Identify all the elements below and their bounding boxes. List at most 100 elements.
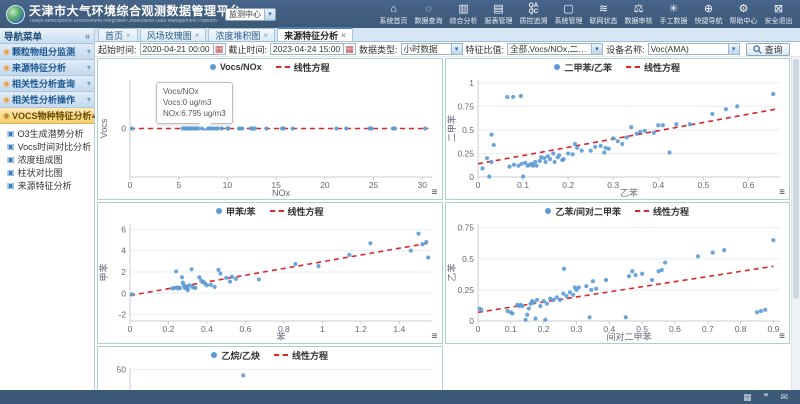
legend-series[interactable]: 乙烷/乙炔	[211, 349, 260, 362]
svg-text:NOx: NOx	[272, 188, 291, 198]
sidebar-sub-item-0[interactable]: ▣O3生成潜势分析	[0, 127, 94, 140]
tab-2[interactable]: 浓度堆积图×	[208, 28, 275, 41]
sidebar-sub-item-4[interactable]: ▣来源特征分析	[0, 179, 94, 192]
page-subtitle: Tianjin Atmospheric Environment Integrat…	[29, 19, 219, 24]
legend-trend[interactable]: 线性方程	[626, 61, 680, 74]
chart-legend[interactable]: Vocs/NOx 线性方程	[98, 59, 442, 75]
audit-icon: ⚖	[634, 3, 644, 15]
page-title: 天津市大气环境综合观测数据管理平台	[29, 5, 219, 17]
network-icon: ≋	[599, 3, 608, 15]
chart-legend[interactable]: 乙烷/乙炔 线性方程	[98, 347, 442, 363]
end-time-input[interactable]	[270, 43, 344, 55]
legend-series[interactable]: 甲苯/苯	[216, 205, 256, 218]
sidebar-sub-item-label: O3生成潜势分析	[18, 127, 84, 140]
center-select[interactable]: 监测中心 ▾	[225, 8, 276, 21]
chart-panel-ethane-acetylene: 乙烷/乙炔 线性方程 50	[97, 346, 443, 390]
menu-item-icon: ▣	[7, 181, 15, 190]
mail-icon[interactable]: ✉	[780, 392, 788, 402]
legend-trend[interactable]: 线性方程	[270, 205, 324, 218]
legend-trend[interactable]: 线性方程	[276, 61, 330, 74]
start-time-input[interactable]	[140, 43, 214, 55]
tab-0[interactable]: 首页×	[98, 28, 138, 41]
legend-series[interactable]: 二甲苯/乙苯	[554, 61, 612, 74]
nav-item-report[interactable]: ▤报表管理	[481, 3, 516, 26]
collapse-icon[interactable]: «	[85, 31, 90, 41]
nav-item-home[interactable]: ⌂系统首页	[376, 3, 411, 26]
legend-dot-icon	[216, 208, 222, 214]
ratio-label: 特征比值:	[466, 43, 505, 56]
calendar-icon[interactable]: ▦	[214, 43, 226, 55]
close-icon[interactable]: ×	[195, 31, 200, 40]
svg-text:0.25: 0.25	[457, 148, 474, 158]
sidebar-sub-item-3[interactable]: ▣柱状对比图	[0, 166, 94, 179]
close-icon[interactable]: ×	[263, 31, 268, 40]
ratio-select[interactable]: 全部,Vocs/NOx,二甲苯/乙苯 ▾	[507, 43, 603, 55]
nav-item-audit[interactable]: ⚖数据审核	[621, 3, 656, 26]
sidebar-sub-item-1[interactable]: ▣Vocs时间对比分析	[0, 140, 94, 153]
chart-menu-icon[interactable]: ≡	[432, 188, 438, 198]
chevron-down-icon[interactable]: ▾	[264, 9, 275, 20]
legend-dot-icon	[554, 64, 560, 70]
sidebar-group-2[interactable]: ◉相关性分析查询▾	[0, 76, 94, 92]
svg-text:1: 1	[320, 324, 325, 334]
query-button[interactable]: 查询	[746, 43, 790, 56]
nav-item-qaqc[interactable]: QAQC质控追溯	[516, 3, 551, 26]
legend-trend[interactable]: 线性方程	[274, 349, 328, 362]
chevron-down-icon[interactable]: ▾	[87, 47, 91, 56]
tooltip-line: NOx:6.795 ug/m3	[163, 108, 226, 119]
nav-item-system[interactable]: ▢系统管理	[551, 3, 586, 26]
calendar-icon[interactable]: ▦	[344, 43, 356, 55]
sidebar-group-0[interactable]: ◉颗粒物组分监测▾	[0, 44, 94, 60]
data-type-select[interactable]: 小时数据 ▾	[401, 43, 463, 55]
chevron-down-icon[interactable]: ▾	[591, 44, 602, 54]
nav-item-analysis[interactable]: ▥综合分析	[446, 3, 481, 26]
sidebar-group-label: 颗粒物组分监测	[12, 45, 75, 58]
svg-text:6: 6	[121, 224, 126, 234]
sidebar-sub-item-2[interactable]: ▣浓度组成图	[0, 153, 94, 166]
chevron-down-icon[interactable]: ▾	[728, 44, 739, 54]
nav-item-exit[interactable]: ⊠安全退出	[761, 3, 796, 26]
nav-item-quick-nav[interactable]: ⊕快捷导航	[691, 3, 726, 26]
home-icon: ⌂	[390, 3, 397, 15]
legend-series[interactable]: 乙苯/间对二甲苯	[545, 205, 621, 218]
chart-menu-icon[interactable]: ≡	[779, 332, 785, 342]
nav-item-label: 数据审核	[625, 16, 653, 26]
chevron-down-icon[interactable]: ▾	[451, 44, 462, 54]
vertical-scrollbar[interactable]	[791, 57, 800, 390]
chart-legend[interactable]: 乙苯/间对二甲苯 线性方程	[446, 203, 790, 219]
scrollbar-thumb[interactable]	[793, 59, 799, 299]
chart-legend[interactable]: 甲苯/苯 线性方程	[98, 203, 442, 219]
chevron-down-icon[interactable]: ▾	[87, 95, 91, 104]
group-icon: ◉	[3, 63, 10, 72]
legend-trend[interactable]: 线性方程	[635, 205, 689, 218]
chart-menu-icon[interactable]: ≡	[432, 332, 438, 342]
nav-item-data-query[interactable]: ◌数据查询	[411, 3, 446, 26]
menu-item-icon: ▣	[7, 129, 15, 138]
close-icon[interactable]: ×	[341, 31, 346, 40]
chart-menu-icon[interactable]: ≡	[779, 188, 785, 198]
tab-label: 首页	[105, 29, 123, 42]
help-icon: ⚙	[739, 3, 749, 15]
legend-series-label: 乙烷/乙炔	[221, 349, 260, 362]
menu-item-icon: ▣	[7, 142, 15, 151]
tab-1[interactable]: 风场玫瑰图×	[140, 28, 207, 41]
chevron-down-icon[interactable]: ▾	[87, 79, 91, 88]
sidebar-group-3[interactable]: ◉相关性分析操作▾	[0, 92, 94, 108]
svg-text:20: 20	[320, 180, 330, 190]
nav-item-help[interactable]: ⚙帮助中心	[726, 3, 761, 26]
tab-3[interactable]: 来源特征分析×	[277, 27, 353, 41]
legend-series[interactable]: Vocs/NOx	[210, 62, 262, 72]
nav-item-manual-data[interactable]: ✳手工数据	[656, 3, 691, 26]
calendar-icon[interactable]: ▦	[743, 392, 752, 402]
chevron-down-icon[interactable]: ▾	[87, 63, 91, 72]
nav-item-network[interactable]: ≋联网状态	[586, 3, 621, 26]
sidebar-group-1[interactable]: ◉来源特征分析▾	[0, 60, 94, 76]
chart-legend[interactable]: 二甲苯/乙苯 线性方程	[446, 59, 790, 75]
device-select[interactable]: Voc(AMA) ▾	[648, 43, 740, 55]
svg-text:乙苯: 乙苯	[619, 187, 637, 198]
close-icon[interactable]: ×	[126, 31, 131, 40]
sidebar-group-4[interactable]: ◉VOCS物种特征分析▴	[0, 108, 94, 124]
svg-text:0.4: 0.4	[201, 324, 213, 334]
chat-icon[interactable]: ❞	[764, 392, 769, 402]
chart-plot: 50	[98, 363, 442, 390]
